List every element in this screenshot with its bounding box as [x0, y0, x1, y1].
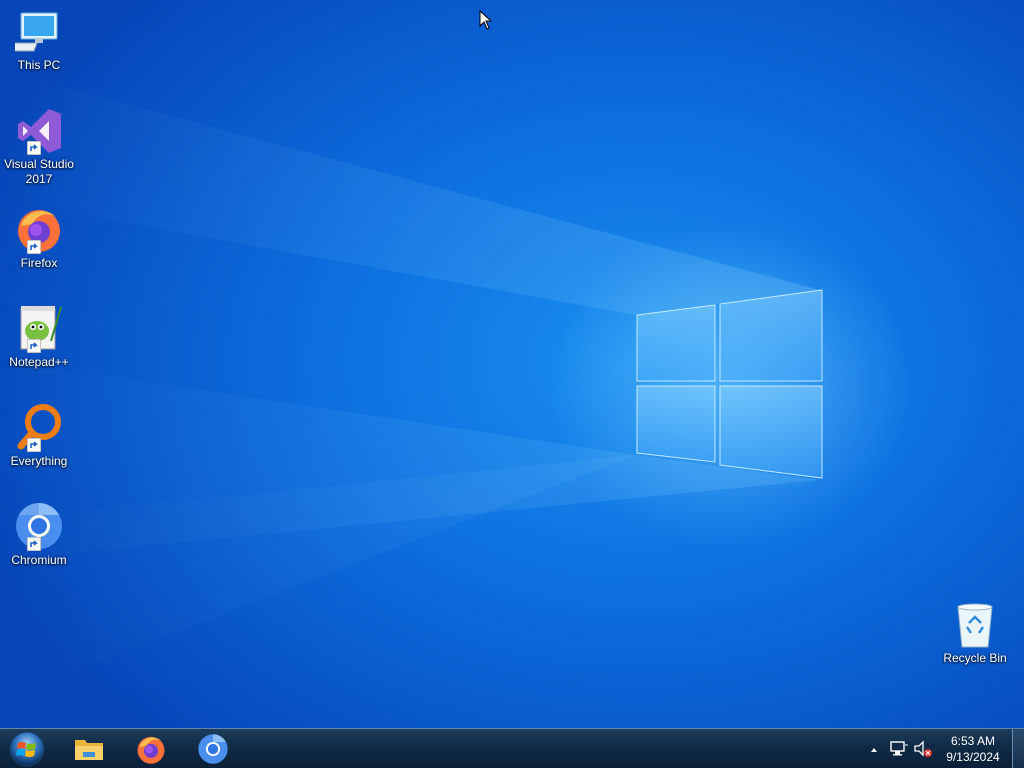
desktop[interactable]: This PC Visual Studio 2017 Firefox Notep…	[0, 0, 1024, 728]
windows-start-orb-icon	[9, 731, 45, 766]
taskbar-chromium[interactable]	[188, 729, 238, 768]
tray-volume[interactable]	[912, 729, 934, 768]
desktop-icon-this-pc[interactable]: This PC	[1, 10, 77, 73]
tray-show-hidden-icons[interactable]	[867, 729, 881, 768]
desktop-icon-label-line2: 2017	[25, 172, 53, 186]
firefox-icon	[137, 736, 165, 764]
mouse-cursor-icon	[479, 10, 493, 30]
network-icon	[890, 741, 908, 756]
desktop-icon-label: Firefox	[20, 256, 58, 270]
recycle-bin-icon	[957, 603, 993, 648]
this-pc-icon	[15, 12, 58, 52]
shortcut-arrow-icon	[27, 141, 41, 155]
show-hidden-icons-arrow-icon	[871, 748, 877, 752]
clock-time: 6:53 AM	[950, 734, 996, 748]
show-desktop-button[interactable]	[1012, 729, 1024, 768]
desktop-icon-label: Everything	[10, 454, 68, 468]
desktop-icon-visual-studio[interactable]: Visual Studio 2017	[1, 107, 77, 187]
windows-wallpaper-logo	[0, 70, 823, 700]
clock-date: 9/13/2024	[946, 750, 1000, 764]
desktop-icon-everything[interactable]: Everything	[1, 402, 77, 469]
chromium-icon	[198, 733, 228, 764]
shortcut-arrow-icon	[27, 339, 41, 353]
taskbar: 6:53 AM 9/13/2024	[0, 728, 1024, 768]
taskbar-firefox[interactable]	[126, 729, 176, 768]
tray-network[interactable]	[888, 729, 910, 768]
desktop-icon-label: Recycle Bin	[943, 651, 1007, 665]
volume-muted-icon	[914, 740, 932, 757]
desktop-icon-label: This PC	[17, 58, 61, 72]
desktop-icon-notepad-plus-plus[interactable]: Notepad++	[1, 303, 77, 370]
start-button[interactable]	[4, 729, 50, 768]
desktop-icon-label: Visual Studio	[4, 157, 74, 171]
shortcut-arrow-icon	[27, 537, 41, 551]
desktop-icon-label: Notepad++	[9, 355, 69, 369]
desktop-icon-chromium[interactable]: Chromium	[1, 501, 77, 568]
shortcut-arrow-icon	[27, 438, 41, 452]
desktop-icon-recycle-bin[interactable]: Recycle Bin	[937, 603, 1013, 666]
desktop-icon-firefox[interactable]: Firefox	[1, 204, 77, 271]
shortcut-arrow-icon	[27, 240, 41, 254]
desktop-icon-label: Chromium	[11, 553, 67, 567]
taskbar-file-explorer[interactable]	[64, 729, 114, 768]
file-explorer-icon	[75, 739, 103, 760]
taskbar-clock[interactable]: 6:53 AM 9/13/2024	[940, 729, 1006, 768]
